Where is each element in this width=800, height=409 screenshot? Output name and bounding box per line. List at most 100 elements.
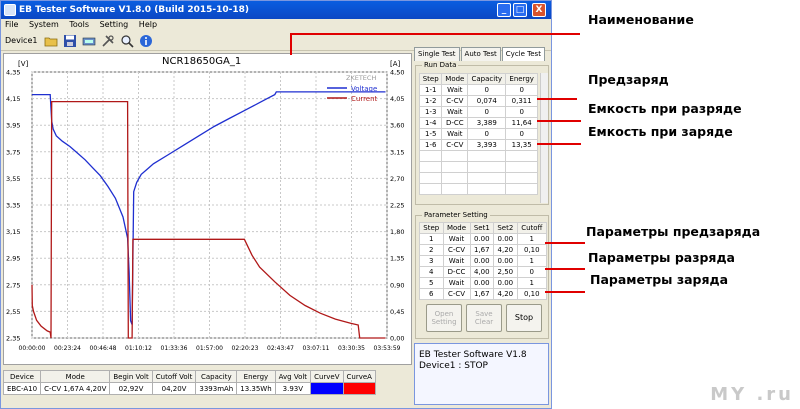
run-data-scrollbar[interactable]: [540, 73, 548, 203]
parameter-cell[interactable]: 1: [516, 255, 548, 267]
run-data-cell: 1-2: [418, 95, 443, 107]
parameter-cell[interactable]: 0,10: [516, 244, 548, 256]
parameter-row[interactable]: 1 Wait 0.00 0.00 1: [419, 233, 548, 245]
save-icon[interactable]: [63, 34, 77, 48]
parameter-row[interactable]: 3 Wait 0.00 0.00 1: [419, 255, 548, 267]
run-data-cell: 0: [505, 128, 538, 140]
status-cell: EBC-A10: [2, 382, 42, 395]
run-data-cell: Wait: [441, 106, 469, 118]
parameter-cell[interactable]: Wait: [442, 255, 471, 267]
parameter-cell[interactable]: 4,20: [493, 244, 518, 256]
parameter-cell[interactable]: D-CC: [442, 266, 471, 278]
parameter-cell[interactable]: 4: [419, 266, 444, 278]
parameter-cell[interactable]: 4,20: [493, 288, 518, 300]
parameter-cell[interactable]: 6: [419, 288, 444, 300]
stop-button[interactable]: Stop: [506, 304, 542, 332]
parameter-cell[interactable]: 1: [516, 277, 548, 289]
run-data-cell: Wait: [441, 84, 469, 96]
parameter-cell[interactable]: 2,50: [493, 266, 518, 278]
left-tick-label: 3,75: [6, 148, 20, 156]
parameter-row[interactable]: 6 C-CV 1,67 4,20 0,10: [419, 288, 548, 300]
run-data-row[interactable]: 1-5 Wait 0 0: [418, 128, 538, 140]
save-clear-button[interactable]: Save Clear: [466, 304, 502, 332]
run-col-capacity: Capacity: [467, 73, 507, 85]
parameter-cell[interactable]: 0.00: [493, 255, 518, 267]
parameter-cell[interactable]: 1: [419, 233, 444, 245]
run-data-row[interactable]: 1-1 Wait 0 0: [418, 84, 538, 96]
status-col-header: Cutoff Volt: [151, 370, 197, 383]
open-setting-button[interactable]: Open Setting: [426, 304, 462, 332]
parameter-cell[interactable]: Wait: [442, 233, 471, 245]
menu-setting[interactable]: Setting: [100, 20, 129, 29]
run-data-row[interactable]: 1-4 D-CC 3,389 11,64: [418, 117, 538, 129]
parameter-cell[interactable]: Wait: [442, 277, 471, 289]
x-tick-label: 01:10:12: [125, 345, 152, 352]
parameter-cell[interactable]: C-CV: [442, 244, 471, 256]
menu-tools[interactable]: Tools: [69, 20, 89, 29]
tab-single-test[interactable]: Single Test: [414, 47, 460, 61]
status-table: Device Mode Begin Volt Cutoff Volt Capacity E…: [2, 370, 376, 395]
info-icon[interactable]: [139, 34, 153, 48]
tab-cycle-test[interactable]: Cycle Test: [501, 47, 545, 61]
run-col-step: Step: [418, 73, 443, 85]
parameter-cell[interactable]: 1,67: [469, 288, 495, 300]
parameter-cell[interactable]: 0.00: [469, 255, 495, 267]
run-data-cell: 1-5: [418, 128, 443, 140]
menu-bar: File System Tools Setting Help: [1, 19, 551, 31]
left-tick-label: 2,75: [6, 281, 20, 289]
x-tick-label: 03:53:59: [374, 345, 401, 352]
left-tick-label: 3,95: [6, 122, 20, 130]
run-data-empty-row: [418, 183, 538, 195]
parameter-cell[interactable]: 2: [419, 244, 444, 256]
parameter-row[interactable]: 2 C-CV 1,67 4,20 0,10: [419, 244, 548, 256]
run-data-cell: Wait: [441, 128, 469, 140]
run-data-cell: 0: [505, 106, 538, 118]
parameter-cell[interactable]: 1: [516, 233, 548, 245]
annotation-line-discharge-capacity: [537, 120, 581, 122]
x-tick-label: 01:33:36: [161, 345, 188, 352]
parameter-cell[interactable]: 3: [419, 255, 444, 267]
tools-icon[interactable]: [101, 34, 115, 48]
close-button[interactable]: X: [532, 3, 546, 17]
device-label[interactable]: Device1: [5, 36, 37, 45]
search-icon[interactable]: [120, 34, 135, 48]
x-tick-label: 00:46:48: [90, 345, 117, 352]
parameter-cell[interactable]: 0.00: [469, 233, 495, 245]
run-data-row[interactable]: 1-6 C-CV 3,393 13,35: [418, 139, 538, 151]
maximize-button[interactable]: □: [513, 3, 527, 17]
parameter-cell[interactable]: 4,00: [469, 266, 495, 278]
run-data-cell: 0: [467, 106, 507, 118]
menu-system[interactable]: System: [29, 20, 59, 29]
right-tick-label: 4,05: [390, 95, 404, 103]
parameter-cell[interactable]: C-CV: [442, 288, 471, 300]
run-data-row[interactable]: 1-2 C-CV 0,074 0,311: [418, 95, 538, 107]
run-data-cell: 0,311: [505, 95, 538, 107]
run-data-group: Run Data Step Mode Capacity Energy 1-1 Wa…: [415, 61, 549, 205]
parameter-cell[interactable]: 0.00: [493, 233, 518, 245]
folder-icon[interactable]: [44, 34, 58, 48]
parameter-row[interactable]: 5 Wait 0.00 0.00 1: [419, 277, 548, 289]
run-data-empty-row: [418, 172, 538, 184]
left-tick-label: 2,35: [6, 335, 20, 343]
run-data-cell: 0,074: [467, 95, 507, 107]
left-axis-ticks: 4,35 4,15 3,95 3,75 3,55 3,35 3,15 2,95 2,75 2,55…: [6, 69, 20, 343]
run-data-row[interactable]: 1-3 Wait 0 0: [418, 106, 538, 118]
menu-help[interactable]: Help: [139, 20, 157, 29]
log-line-1: EB Tester Software V1.8: [419, 350, 527, 360]
status-col-header: Begin Volt: [109, 370, 153, 383]
annotation-precharge-params: Параметры предзаряда: [586, 224, 761, 239]
left-tick-label: 4,35: [6, 69, 20, 77]
run-data-table: Step Mode Capacity Energy 1-1 Wait 0 0 1-2 C-…: [418, 73, 538, 195]
parameter-cell[interactable]: 0.00: [493, 277, 518, 289]
menu-file[interactable]: File: [5, 20, 18, 29]
parameter-cell[interactable]: 0.00: [469, 277, 495, 289]
tab-auto-test[interactable]: Auto Test: [460, 47, 501, 61]
run-data-cell: C-CV: [441, 139, 469, 151]
parameter-cell[interactable]: 0,10: [516, 288, 548, 300]
meter-icon[interactable]: [82, 34, 96, 48]
parameter-cell[interactable]: 0: [516, 266, 548, 278]
minimize-button[interactable]: _: [497, 3, 511, 17]
parameter-cell[interactable]: 5: [419, 277, 444, 289]
parameter-cell[interactable]: 1,67: [469, 244, 495, 256]
parameter-row[interactable]: 4 D-CC 4,00 2,50 0: [419, 266, 548, 278]
